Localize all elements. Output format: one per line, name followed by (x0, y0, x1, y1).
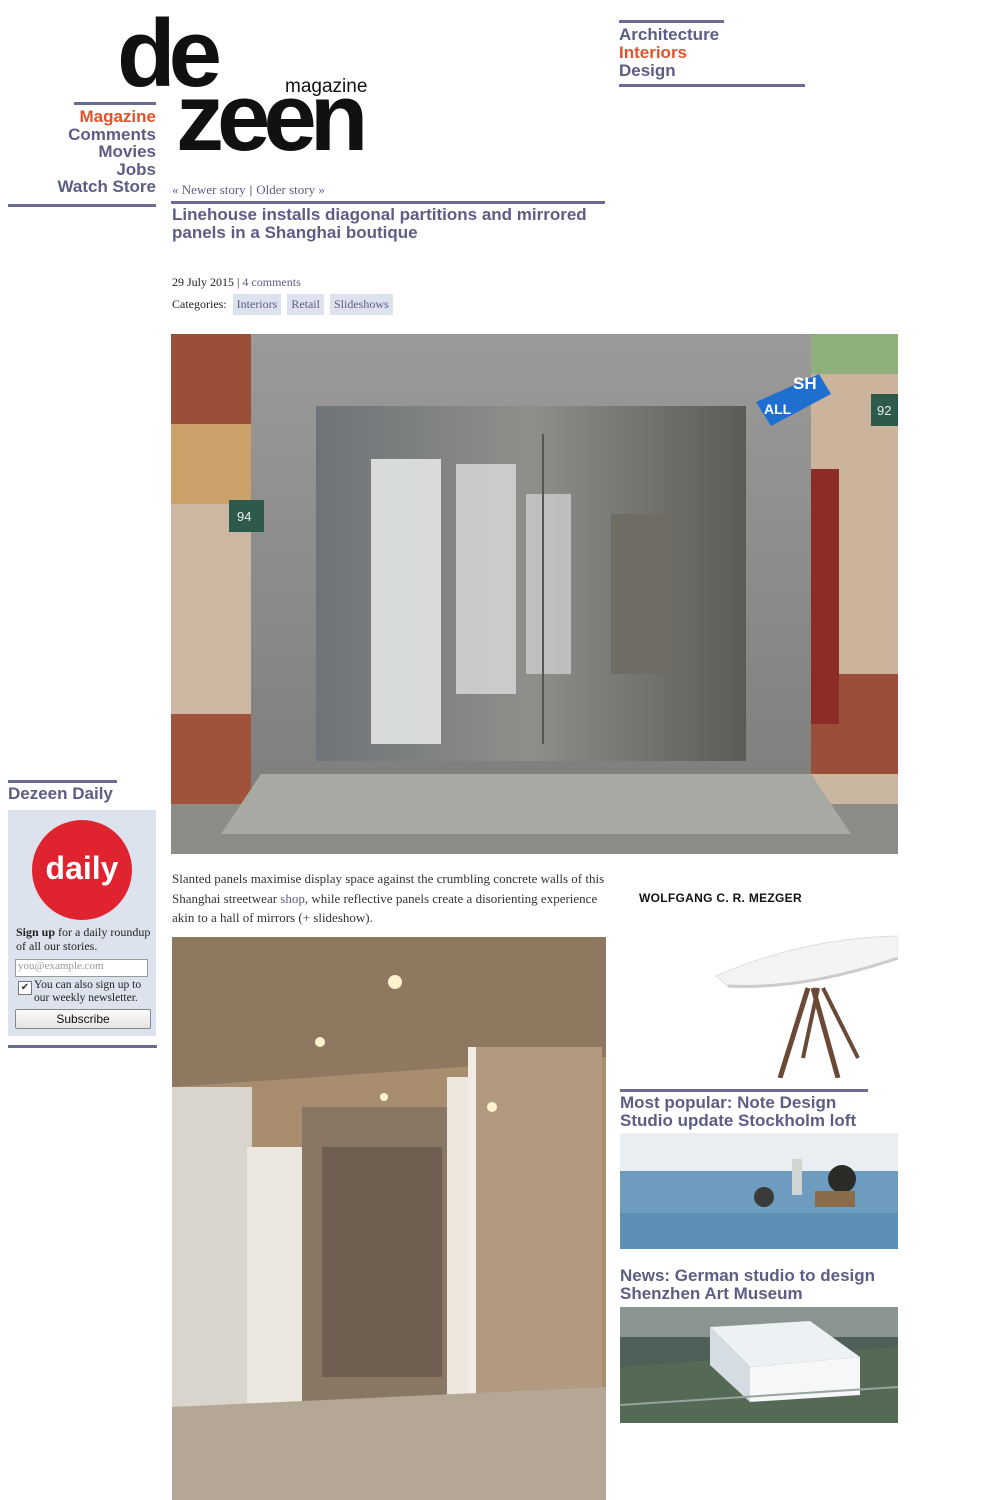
category-interiors[interactable]: Interiors (232, 294, 282, 315)
ad-table-image (715, 935, 898, 1078)
shop-sign-all: ALL (764, 401, 792, 417)
nav-item-design[interactable]: Design (619, 62, 805, 80)
daily-heading: Dezeen Daily (8, 784, 113, 803)
article-categories: Categories: Interiors Retail Slideshows (172, 294, 393, 315)
nav-item-comments[interactable]: Comments (8, 125, 156, 144)
hero-image[interactable]: ALL SH 94 92 (171, 334, 898, 854)
signup-bold: Sign up (16, 925, 56, 939)
right-nav: Architecture Interiors Design (619, 20, 805, 87)
interior-image[interactable] (172, 937, 606, 1500)
shop-link[interactable]: shop (280, 891, 305, 906)
article-meta: 29 July 2015 | 4 comments (172, 275, 301, 290)
comments-link[interactable]: 4 comments (242, 275, 300, 289)
email-field[interactable]: you@example.com (15, 959, 148, 977)
shop-sign-sh: SH (793, 374, 817, 393)
article-date: 29 July 2015 (172, 275, 235, 289)
daily-rule-bottom (8, 1045, 157, 1048)
categories-label: Categories: (172, 297, 227, 311)
most-popular-title[interactable]: Most popular: Note Design Studio update … (620, 1094, 890, 1130)
nav-rule (8, 203, 156, 207)
advertisement[interactable]: WOLFGANG C. R. MEZGER (620, 880, 898, 1078)
ad-brand: WOLFGANG C. R. MEZGER (639, 891, 802, 905)
story-nav-separator: | (249, 182, 253, 197)
nav-item-magazine[interactable]: Magazine (8, 108, 156, 126)
house-plate-94: 94 (237, 509, 251, 524)
daily-logo: daily (32, 820, 132, 920)
nav-item-interiors[interactable]: Interiors (619, 44, 805, 62)
news-image[interactable] (620, 1307, 898, 1423)
category-retail[interactable]: Retail (287, 294, 324, 315)
weekly-newsletter-checkbox[interactable]: ✔ (18, 981, 32, 995)
category-slideshows[interactable]: Slideshows (329, 294, 393, 315)
older-story-link[interactable]: Older story » (256, 182, 325, 197)
article-headline[interactable]: Linehouse installs diagonal partitions a… (172, 206, 592, 242)
story-rule (171, 201, 605, 204)
logo-tagline: magazine (285, 76, 368, 97)
left-nav: Magazine Comments Movies Jobs Watch Stor… (8, 102, 156, 207)
newer-story-link[interactable]: « Newer story (172, 182, 246, 197)
daily-rule (8, 780, 117, 783)
story-nav: « Newer story | Older story » (172, 182, 325, 198)
popular-rule (620, 1089, 868, 1092)
daily-signup-text: Sign up for a daily roundup of all our s… (16, 925, 152, 953)
nav-rule (74, 102, 156, 105)
daily-signup-box: daily Sign up for a daily roundup of all… (8, 810, 156, 1036)
nav-item-movies[interactable]: Movies (8, 143, 156, 161)
subscribe-button[interactable]: Subscribe (15, 1009, 151, 1029)
nav-item-architecture[interactable]: Architecture (619, 26, 805, 44)
house-plate-92: 92 (877, 403, 891, 418)
nav-rule (619, 84, 805, 87)
weekly-newsletter-label: You can also sign up to our weekly newsl… (34, 979, 142, 1004)
meta-separator: | (237, 275, 240, 289)
news-title[interactable]: News: German studio to design Shenzhen A… (620, 1267, 898, 1303)
nav-item-watch-store[interactable]: Watch Store (8, 178, 156, 196)
article-intro: Slanted panels maximise display space ag… (172, 869, 608, 928)
nav-item-jobs[interactable]: Jobs (8, 160, 156, 179)
most-popular-image[interactable] (620, 1133, 898, 1249)
